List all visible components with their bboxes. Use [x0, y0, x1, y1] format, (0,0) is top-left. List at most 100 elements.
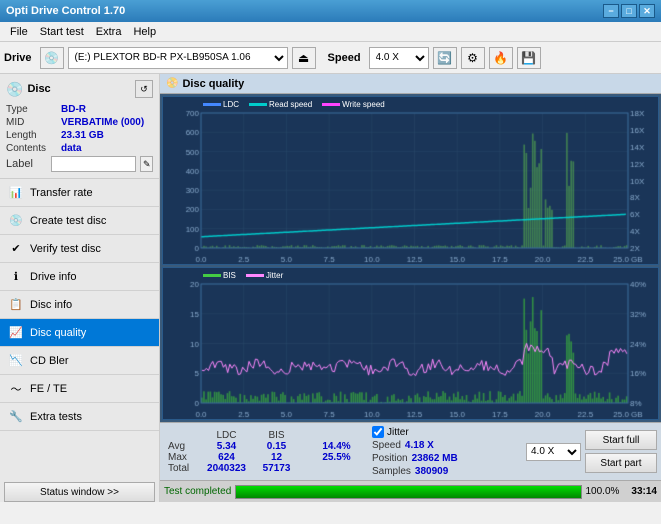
burn-button[interactable]: 🔥 [489, 47, 513, 69]
label-label: Label [6, 158, 47, 170]
panel-title: Disc quality [182, 78, 244, 90]
bis-jitter-chart [163, 268, 658, 419]
menu-file[interactable]: File [4, 24, 34, 40]
drive-label: Drive [4, 52, 32, 64]
menu-help[interactable]: Help [127, 24, 162, 40]
nav-transfer-rate-label: Transfer rate [30, 187, 93, 199]
minimize-button[interactable]: − [603, 4, 619, 18]
nav-drive-info-label: Drive info [30, 271, 76, 283]
nav-fe-te[interactable]: 〜 FE / TE [0, 375, 159, 403]
position-row: Position 23862 MB [372, 453, 458, 464]
toolbar: Drive 💿 (E:) PLEXTOR BD-R PX-LB950SA 1.0… [0, 42, 661, 74]
test-speed-select[interactable]: 4.0 X [526, 443, 581, 461]
jitter-check-row: Jitter [372, 426, 458, 438]
settings-button[interactable]: ⚙ [461, 47, 485, 69]
disc-panel: 💿 Disc ↺ Type BD-R MID VERBATIMe (000) L… [0, 74, 159, 179]
title-bar: Opti Drive Control 1.70 − □ ✕ [0, 0, 661, 22]
avg-ldc: 5.34 [199, 441, 254, 452]
legend-jitter: Jitter [246, 271, 283, 280]
status-window-btn[interactable]: Status window >> [4, 482, 155, 502]
refresh-button[interactable]: 🔄 [433, 47, 457, 69]
disc-panel-title: Disc [27, 83, 50, 95]
app-title: Opti Drive Control 1.70 [6, 5, 125, 17]
total-bis: 57173 [254, 463, 299, 474]
nav-fe-te-label: FE / TE [30, 383, 67, 395]
transfer-rate-icon: 📊 [8, 185, 24, 201]
elapsed-time: 33:14 [631, 486, 657, 497]
nav-cd-bler-label: CD Bler [30, 355, 69, 367]
label-edit-btn[interactable]: ✎ [140, 156, 153, 172]
sidebar: 💿 Disc ↺ Type BD-R MID VERBATIMe (000) L… [0, 74, 160, 502]
label-input[interactable] [51, 156, 136, 172]
progress-bar-inner [236, 486, 580, 498]
contents-value: data [61, 143, 82, 154]
fe-te-icon: 〜 [8, 381, 24, 397]
nav-drive-info[interactable]: ℹ Drive info [0, 263, 159, 291]
contents-label: Contents [6, 143, 61, 154]
samples-text-label: Samples [372, 466, 411, 477]
nav-verify-test-disc[interactable]: ✔ Verify test disc [0, 235, 159, 263]
save-button[interactable]: 💾 [517, 47, 541, 69]
max-ldc: 624 [199, 452, 254, 463]
speed-action-panel: 4.0 X Start full Start part [526, 430, 657, 473]
jitter-label: Jitter [387, 427, 409, 438]
length-label: Length [6, 130, 61, 141]
max-bis: 12 [254, 452, 299, 463]
status-text: Test completed [164, 486, 231, 497]
length-value: 23.31 GB [61, 130, 104, 141]
nav-create-test-disc[interactable]: 💿 Create test disc [0, 207, 159, 235]
cd-bler-icon: 📉 [8, 353, 24, 369]
eject-button[interactable]: ⏏ [292, 47, 316, 69]
nav-create-test-disc-label: Create test disc [30, 215, 106, 227]
position-text-label: Position [372, 453, 408, 464]
panel-icon: 📀 [166, 78, 178, 89]
create-test-disc-icon: 💿 [8, 213, 24, 229]
avg-speed-val: 4.18 X [405, 440, 434, 451]
maximize-button[interactable]: □ [621, 4, 637, 18]
menu-start-test[interactable]: Start test [34, 24, 90, 40]
nav-extra-tests-label: Extra tests [30, 411, 82, 423]
speed-label: Speed [328, 52, 361, 64]
legend-bis: BIS [203, 271, 236, 280]
drive-select[interactable]: (E:) PLEXTOR BD-R PX-LB950SA 1.06 [68, 47, 288, 69]
extra-tests-icon: 🔧 [8, 409, 24, 425]
type-label: Type [6, 104, 61, 115]
start-part-button[interactable]: Start part [585, 453, 657, 473]
disc-info-icon: 📋 [8, 297, 24, 313]
jitter-checkbox[interactable] [372, 426, 384, 438]
jitter-speed-panel: Jitter Speed 4.18 X Position 23862 MB Sa… [372, 426, 458, 477]
disc-quality-icon: 📈 [8, 325, 24, 341]
mid-label: MID [6, 117, 61, 128]
avg-bis: 0.15 [254, 441, 299, 452]
nav-extra-tests[interactable]: 🔧 Extra tests [0, 403, 159, 431]
nav-cd-bler[interactable]: 📉 CD Bler [0, 347, 159, 375]
main-area: 💿 Disc ↺ Type BD-R MID VERBATIMe (000) L… [0, 74, 661, 502]
drive-info-icon: ℹ [8, 269, 24, 285]
close-button[interactable]: ✕ [639, 4, 655, 18]
start-full-button[interactable]: Start full [585, 430, 657, 450]
legend-write-speed: Write speed [322, 100, 385, 109]
nav-transfer-rate[interactable]: 📊 Transfer rate [0, 179, 159, 207]
speed-select[interactable]: 4.0 X [369, 47, 429, 69]
disc-refresh-btn[interactable]: ↺ [135, 80, 153, 98]
menu-extra[interactable]: Extra [90, 24, 128, 40]
status-progress-bar: Test completed 100.0% 33:14 [160, 480, 661, 502]
mid-value: VERBATIMe (000) [61, 117, 144, 128]
ldc-chart [163, 97, 658, 264]
avg-label: Avg [164, 441, 199, 452]
total-ldc: 2040323 [199, 463, 254, 474]
nav-disc-info[interactable]: 📋 Disc info [0, 291, 159, 319]
avg-jitter: 14.4% [309, 441, 364, 452]
position-value: 23862 MB [412, 453, 458, 464]
max-label: Max [164, 452, 199, 463]
nav-verify-test-disc-label: Verify test disc [30, 243, 101, 255]
stats-table: LDC BIS Avg 5.34 0.15 14.4% [164, 430, 364, 474]
verify-test-disc-icon: ✔ [8, 241, 24, 257]
nav-disc-quality-label: Disc quality [30, 327, 86, 339]
total-label: Total [164, 463, 199, 474]
speed-row: Speed 4.18 X [372, 440, 458, 451]
menu-bar: File Start test Extra Help [0, 22, 661, 42]
max-jitter: 25.5% [309, 452, 364, 463]
nav-disc-quality[interactable]: 📈 Disc quality [0, 319, 159, 347]
drive-icon-btn[interactable]: 💿 [40, 47, 64, 69]
